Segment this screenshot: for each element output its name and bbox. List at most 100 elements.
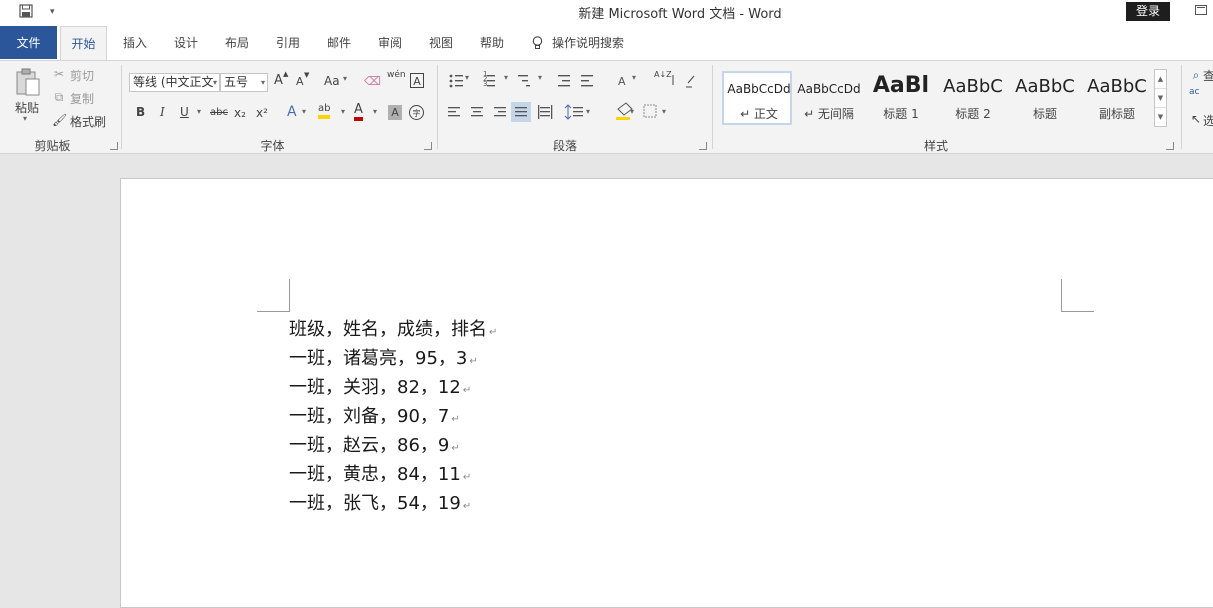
tab-view[interactable]: 视图 <box>418 26 464 59</box>
paragraph-mark-icon: ↵ <box>451 414 460 425</box>
tab-help[interactable]: 帮助 <box>469 26 515 59</box>
bullets-dropdown-icon[interactable]: ▾ <box>465 73 469 82</box>
shading-icon[interactable] <box>610 103 630 121</box>
tell-me-search[interactable]: 操作说明搜索 <box>552 26 638 59</box>
subscript-button[interactable]: x₂ <box>234 106 246 120</box>
change-case-button[interactable]: Aa <box>324 74 340 88</box>
sort-button[interactable]: A↓Z <box>654 71 672 79</box>
font-color-button[interactable]: A <box>354 103 363 121</box>
strikethrough-button[interactable]: abc <box>210 107 228 118</box>
justify-icon[interactable] <box>511 102 531 122</box>
document-line[interactable]: 班级，姓名，成绩，排名 ↵ <box>289 315 497 344</box>
document-line[interactable]: 一班，关羽，82，12 ↵ <box>289 373 497 402</box>
replace-button[interactable]: ac <box>1189 88 1199 97</box>
copy-icon: ⧉ <box>54 90 64 104</box>
document-line[interactable]: 一班，赵云，86，9 ↵ <box>289 431 497 460</box>
paste-dropdown-icon[interactable]: ▾ <box>23 114 27 123</box>
paragraph-mark-icon: ↵ <box>469 356 478 367</box>
borders-icon[interactable] <box>644 105 658 119</box>
align-center-icon[interactable] <box>471 105 485 121</box>
style-title[interactable]: AaBbC 标题 <box>1010 71 1080 125</box>
tab-home[interactable]: 开始 <box>60 26 107 60</box>
paragraph-launcher-icon[interactable] <box>699 142 707 150</box>
tab-file[interactable]: 文件 <box>0 26 57 59</box>
group-separator <box>712 65 713 149</box>
clipboard-launcher-icon[interactable] <box>110 142 118 150</box>
chevron-down-icon: ▾ <box>260 78 265 87</box>
paste-icon[interactable] <box>14 67 42 97</box>
gallery-down-icon[interactable]: ▼ <box>1155 89 1166 108</box>
document-page[interactable]: 班级，姓名，成绩，排名 ↵ 一班，诸葛亮，95，3 ↵ 一班，关羽，82，12 ↵ 一… <box>120 178 1213 608</box>
styles-gallery-scroll[interactable]: ▲ ▼ ▼ <box>1154 69 1167 127</box>
tab-insert[interactable]: 插入 <box>112 26 158 59</box>
format-painter-button[interactable]: 格式刷 <box>70 113 106 130</box>
line-spacing-icon[interactable] <box>565 105 583 121</box>
tab-design[interactable]: 设计 <box>163 26 209 59</box>
italic-button[interactable]: I <box>160 105 165 119</box>
style-sample: AaBbC <box>1087 76 1147 97</box>
tab-layout[interactable]: 布局 <box>214 26 260 59</box>
font-launcher-icon[interactable] <box>424 142 432 150</box>
style-subtitle[interactable]: AaBbC 副标题 <box>1082 71 1152 125</box>
character-border-button[interactable]: A <box>410 73 424 88</box>
select-cursor-icon[interactable]: ↖ <box>1190 111 1202 127</box>
shrink-font-button[interactable]: A <box>296 75 304 88</box>
ribbon-home: 粘贴 ▾ ✂ 剪切 ⧉ 复制 🖌 格式刷 剪贴板 等线 (中文正文 ▾ 五号 ▾ A… <box>0 60 1213 154</box>
document-line[interactable]: 一班，诸葛亮，95，3 ↵ <box>289 344 497 373</box>
style-name: 标题 1 <box>883 107 919 121</box>
ribbon-display-options-icon[interactable] <box>1195 5 1207 15</box>
find-button[interactable]: 查 <box>1203 67 1213 84</box>
select-button[interactable]: 选 <box>1203 112 1213 129</box>
distributed-icon[interactable] <box>537 105 553 121</box>
document-line[interactable]: 一班，刘备，90，7 ↵ <box>289 402 497 431</box>
paragraph-mark-icon: ↵ <box>462 385 472 396</box>
find-icon[interactable]: ⌕ <box>1190 67 1202 83</box>
customize-quick-access-icon[interactable]: ▾ <box>50 4 62 20</box>
clear-formatting-icon[interactable]: ⌫ <box>364 73 381 89</box>
character-shading-button[interactable]: A <box>388 105 402 120</box>
chevron-down-icon: ▾ <box>343 74 348 83</box>
underline-button[interactable]: U <box>180 105 189 119</box>
numbering-icon[interactable]: 123 <box>483 71 487 88</box>
gallery-up-icon[interactable]: ▲ <box>1155 70 1166 89</box>
tab-references[interactable]: 引用 <box>265 26 311 59</box>
font-size-combo[interactable]: 五号 ▾ <box>220 73 268 92</box>
document-line[interactable]: 一班，张飞，54，19 ↵ <box>289 489 497 518</box>
line-text: 一班，黄忠，84，11 <box>289 464 461 485</box>
align-left-icon[interactable] <box>448 105 462 121</box>
text-effects-button[interactable]: A <box>287 104 297 120</box>
align-right-icon[interactable] <box>494 105 508 121</box>
style-sample: AaBbCcDd <box>727 82 791 96</box>
style-name: ↵ 正文 <box>740 107 778 121</box>
tab-mailings[interactable]: 邮件 <box>316 26 362 59</box>
paintbrush-icon: 🖌 <box>52 113 68 127</box>
title-bar: ▾ 新建 Microsoft Word 文档 - Word 登录 <box>0 0 1213 26</box>
margin-mark-right <box>1061 279 1094 312</box>
save-icon[interactable] <box>18 4 34 20</box>
copy-button[interactable]: 复制 <box>70 90 94 107</box>
cut-button[interactable]: 剪切 <box>70 67 94 84</box>
document-body[interactable]: 班级，姓名，成绩，排名 ↵ 一班，诸葛亮，95，3 ↵ 一班，关羽，82，12 ↵ 一… <box>289 315 497 518</box>
style-heading-1[interactable]: AaBl 标题 1 <box>866 71 936 125</box>
highlight-button[interactable]: ab <box>318 103 331 119</box>
grow-font-button[interactable]: A <box>274 73 283 88</box>
style-heading-2[interactable]: AaBbC 标题 2 <box>938 71 1008 125</box>
style-no-spacing[interactable]: AaBbCcDd ↵ 无间隔 <box>794 71 864 125</box>
gallery-more-icon[interactable]: ▼ <box>1155 108 1166 127</box>
chevron-down-icon: ▾ <box>630 107 635 116</box>
document-line[interactable]: 一班，黄忠，84，11 ↵ <box>289 460 497 489</box>
enclose-characters-button[interactable]: 字 <box>409 105 424 120</box>
tab-review[interactable]: 审阅 <box>367 26 413 59</box>
styles-launcher-icon[interactable] <box>1166 142 1174 150</box>
font-name-combo[interactable]: 等线 (中文正文 ▾ <box>129 73 220 92</box>
chevron-down-icon: ▾ <box>212 78 217 87</box>
login-button[interactable]: 登录 <box>1126 2 1170 21</box>
superscript-button[interactable]: x² <box>256 106 268 120</box>
scissors-icon: ✂ <box>53 67 65 81</box>
multilevel-list-dropdown-icon[interactable]: ▾ <box>538 73 542 82</box>
style-name: 标题 2 <box>955 107 991 121</box>
bold-button[interactable]: B <box>136 105 145 119</box>
style-normal[interactable]: AaBbCcDd ↵ 正文 <box>722 71 792 125</box>
numbering-dropdown-icon[interactable]: ▾ <box>504 73 508 82</box>
phonetic-guide-button[interactable]: wén <box>387 71 406 80</box>
